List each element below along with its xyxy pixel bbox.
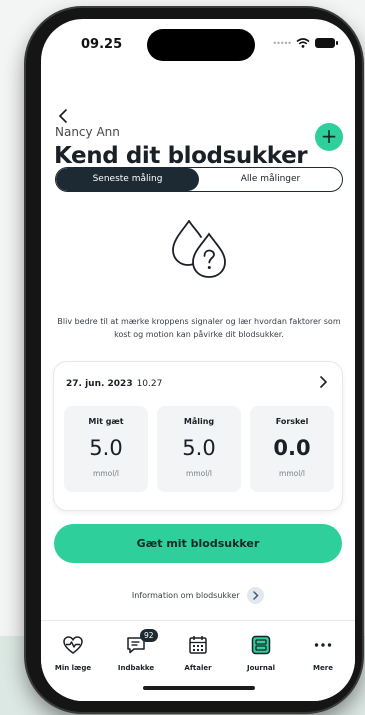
patient-name: Nancy Ann	[55, 125, 120, 139]
chevron-right-icon[interactable]	[316, 375, 330, 389]
metric-value: 5.0	[182, 436, 216, 460]
status-time: 09.25	[81, 37, 123, 52]
info-link-label: Information om blodsukker	[131, 591, 240, 600]
metric-unit: mmol/l	[186, 469, 212, 478]
page-title: Kend dit blodsukker	[54, 143, 308, 169]
tab-inbox[interactable]: 92 Indbakke	[108, 629, 164, 672]
journal-icon	[251, 635, 271, 655]
chat-icon-wrap: 92	[125, 629, 158, 656]
dynamic-island	[147, 29, 255, 61]
guess-blood-sugar-button[interactable]: Gæt mit blodsukker	[54, 524, 342, 563]
tab-label: Aftaler	[184, 664, 212, 672]
back-arrow-icon[interactable]	[55, 107, 73, 125]
tab-label: Mere	[313, 664, 333, 672]
measurement-date: 27. jun. 2023	[66, 379, 133, 389]
measurement-card[interactable]: 27. jun. 2023 10.27 Mit gæt 5.0 mmol/l Må…	[53, 361, 343, 511]
info-arrow-icon[interactable]	[247, 587, 265, 604]
app-screen: 09.25 ••••• Nancy Ann Kend dit blodsukke…	[41, 19, 355, 701]
info-link[interactable]: Information om blodsukker	[41, 587, 355, 604]
tab-label: Indbakke	[117, 664, 155, 672]
more-icon	[314, 643, 332, 647]
calendar-icon	[189, 636, 207, 654]
intro-text: Bliv bedre til at mærke kroppens signale…	[57, 317, 341, 339]
battery-icon	[315, 38, 338, 48]
blood-drops-question-icon	[172, 220, 226, 278]
metric-value: 5.0	[89, 436, 123, 460]
metric-value: 0.0	[273, 436, 311, 460]
metric-guess: Mit gæt 5.0 mmol/l	[64, 406, 148, 492]
metric-measurement: Måling 5.0 mmol/l	[157, 406, 241, 492]
wifi-icon	[296, 38, 310, 48]
metric-label: Mit gæt	[88, 417, 124, 426]
tab-more[interactable]: Mere	[295, 634, 351, 672]
tab-latest-measurement[interactable]: Seneste måling	[56, 168, 199, 191]
metric-label: Forskel	[275, 417, 309, 426]
tab-all-measurements[interactable]: Alle målinger	[199, 168, 342, 191]
measurement-time: 10.27	[136, 379, 163, 389]
tab-my-doctor[interactable]: Min læge	[45, 634, 101, 672]
add-button[interactable]: +	[315, 123, 343, 151]
metric-label: Måling	[183, 417, 215, 426]
tab-journal[interactable]: Journal	[233, 634, 289, 672]
segmented-control: Seneste måling Alle målinger	[55, 167, 343, 192]
plus-icon: +	[320, 124, 338, 148]
tab-label: Min læge	[54, 664, 92, 672]
measurement-datetime: 27. jun. 2023 10.27	[66, 379, 162, 389]
tab-appointments[interactable]: Aftaler	[170, 634, 226, 672]
unread-badge: 92	[140, 629, 158, 642]
heart-pulse-icon	[63, 636, 83, 654]
metric-unit: mmol/l	[279, 469, 305, 478]
signal-icon: •••••	[272, 38, 292, 48]
metric-unit: mmol/l	[93, 469, 119, 478]
status-icons: •••••	[272, 38, 338, 48]
tab-label: Journal	[247, 664, 275, 672]
metric-difference: Forskel 0.0 mmol/l	[250, 406, 334, 492]
home-indicator	[143, 686, 255, 690]
